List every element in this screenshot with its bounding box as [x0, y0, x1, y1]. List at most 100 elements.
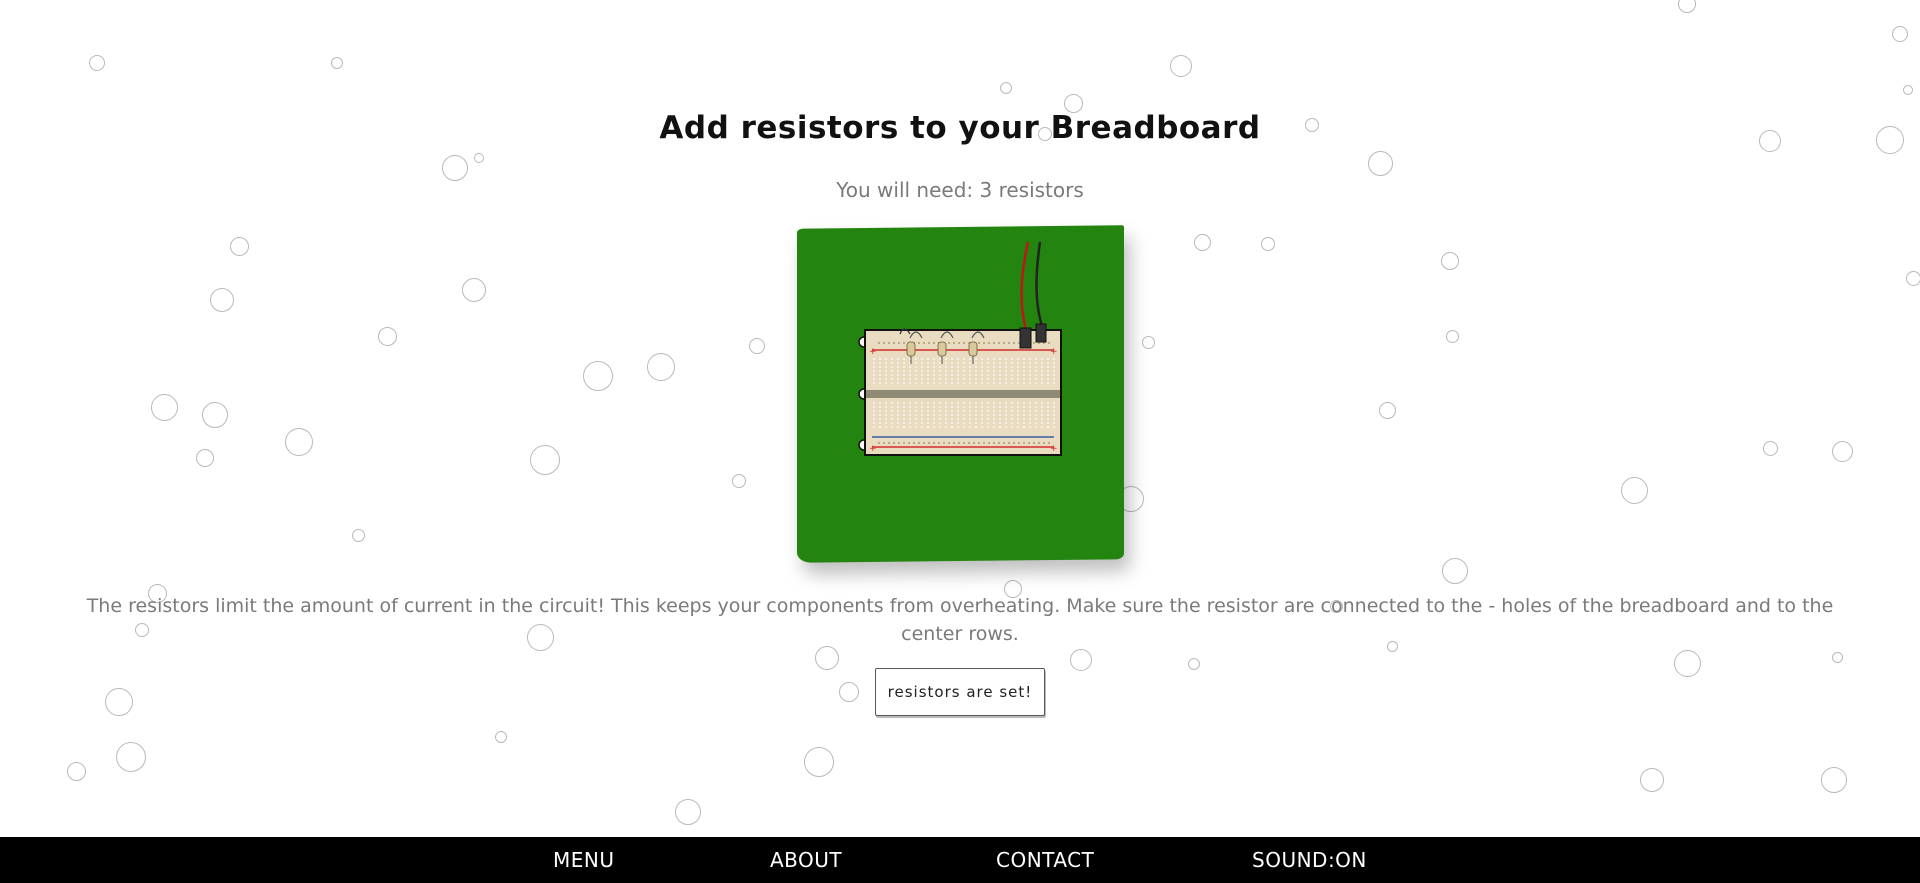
rail-hole [928, 342, 930, 344]
bubble-decoration [150, 393, 178, 421]
rail-hole [883, 442, 885, 444]
rail-hole [953, 342, 955, 344]
bubble-decoration [583, 361, 613, 391]
bubble-decoration [1892, 26, 1908, 42]
bubble-decoration [1193, 233, 1211, 251]
rail-hole [1008, 442, 1010, 444]
rail-hole [903, 442, 905, 444]
rail-hole [1003, 442, 1005, 444]
bubble-decoration [196, 449, 214, 467]
bubble-decoration [1831, 651, 1843, 663]
bubble-decoration [1261, 237, 1275, 251]
rail-hole [918, 342, 920, 344]
rail-hole [1048, 342, 1050, 344]
rail-hole [1013, 342, 1015, 344]
plus-mark: + [869, 444, 877, 454]
black-wire-connector [1035, 323, 1047, 343]
rail-hole [888, 342, 890, 344]
rail-hole [888, 442, 890, 444]
bubble-decoration [1905, 270, 1920, 286]
rail-hole [1028, 442, 1030, 444]
bubble-decoration [839, 682, 859, 702]
bubble-decoration [1821, 767, 1847, 793]
rail-hole [928, 442, 930, 444]
bubble-decoration [495, 731, 507, 743]
resistor-body [906, 341, 916, 357]
rail-hole [1033, 342, 1035, 344]
rail-hole [1008, 342, 1010, 344]
bubble-decoration [331, 57, 343, 69]
rail-hole [998, 342, 1000, 344]
breadboard-illustration: + + + + [858, 241, 1062, 456]
rail-hole [998, 442, 1000, 444]
rail-hole [893, 342, 895, 344]
bubble-decoration [1445, 329, 1459, 343]
rail-hole [1018, 442, 1020, 444]
red-wire-connector [1019, 327, 1032, 349]
rail-hole [983, 442, 985, 444]
bubble-decoration [1903, 85, 1913, 95]
bubble-decoration [66, 761, 86, 781]
rail-hole [983, 342, 985, 344]
rail-hole [963, 342, 965, 344]
black-wire [1035, 241, 1044, 327]
bubble-decoration [210, 288, 234, 312]
rail-hole [933, 442, 935, 444]
nav-contact-link[interactable]: CONTACT [996, 837, 1094, 883]
resistor-body [968, 341, 978, 357]
bubble-decoration [1188, 658, 1200, 670]
bubble-decoration [732, 474, 746, 488]
rail-hole [878, 342, 880, 344]
bubble-decoration [1640, 768, 1664, 792]
rail-hole [1013, 442, 1015, 444]
bubble-decoration [1378, 401, 1396, 419]
rail-hole [953, 442, 955, 444]
rail-hole [978, 342, 980, 344]
rail-hole [958, 342, 960, 344]
rail-hole [968, 442, 970, 444]
required-parts-label: You will need: 3 resistors [836, 178, 1084, 202]
bubble-decoration [1442, 558, 1468, 584]
plus-mark: + [1050, 444, 1058, 454]
rail-hole [883, 342, 885, 344]
rail-hole [923, 442, 925, 444]
rail-hole [1003, 342, 1005, 344]
rail-hole [978, 442, 980, 444]
rail-hole [1023, 442, 1025, 444]
resistors-set-button[interactable]: resistors are set! [875, 668, 1045, 716]
bubble-decoration [202, 402, 228, 428]
rail-hole [878, 442, 880, 444]
plus-mark: + [1050, 347, 1058, 357]
bubble-decoration [675, 799, 701, 825]
bubble-decoration [1367, 150, 1393, 176]
sound-toggle[interactable]: SOUND:ON [1252, 837, 1367, 883]
rail-hole [988, 442, 990, 444]
bubble-decoration [804, 747, 834, 777]
bubble-decoration [229, 236, 249, 256]
bubble-decoration [1170, 55, 1192, 77]
bubble-decoration [116, 742, 146, 772]
rail-hole [913, 442, 915, 444]
rail-hole [1043, 442, 1045, 444]
rail-hole [898, 442, 900, 444]
rail-hole [933, 342, 935, 344]
rail-hole [958, 442, 960, 444]
rail-hole [993, 342, 995, 344]
bubble-decoration [749, 338, 765, 354]
bubble-decoration [474, 153, 484, 163]
bubble-decoration [1070, 649, 1092, 671]
rail-hole [938, 442, 940, 444]
nav-about-link[interactable]: ABOUT [770, 837, 842, 883]
rail-hole [948, 342, 950, 344]
bubble-decoration [105, 688, 133, 716]
rail-hole [963, 442, 965, 444]
rail-hole [893, 442, 895, 444]
bubble-decoration [1141, 335, 1155, 349]
bubble-decoration [462, 278, 486, 302]
nav-menu-link[interactable]: MENU [553, 837, 615, 883]
game-stage: Add resistors to your Breadboard You wil… [0, 0, 1920, 883]
bubble-decoration [1831, 440, 1853, 462]
rail-hole [923, 342, 925, 344]
rail-hole [918, 442, 920, 444]
bubble-decoration [1620, 476, 1648, 504]
